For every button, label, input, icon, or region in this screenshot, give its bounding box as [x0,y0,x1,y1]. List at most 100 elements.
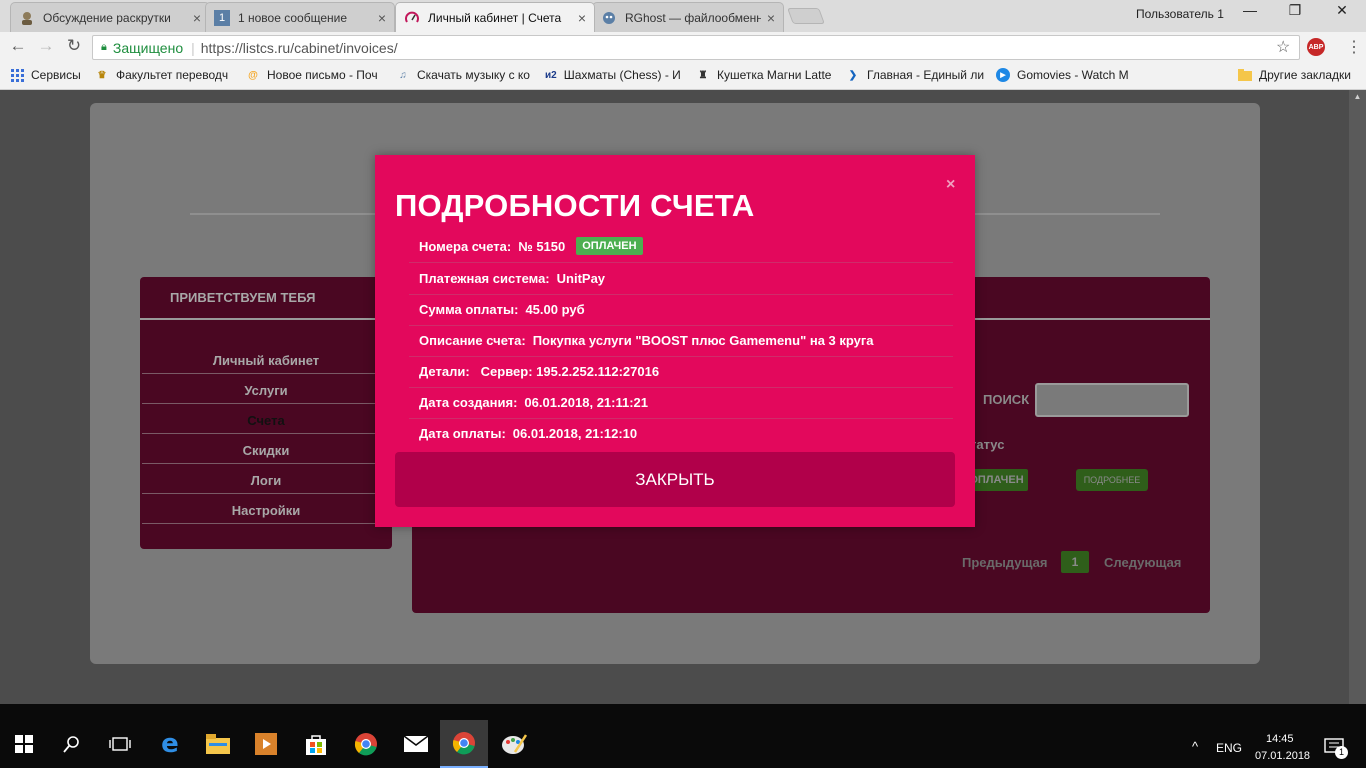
notifications-icon[interactable]: 1 [1324,738,1348,759]
close-button[interactable]: ЗАКРЫТЬ [395,452,955,507]
pagination-next[interactable]: Следующая [1104,555,1181,570]
window-close-icon[interactable]: ✕ [1322,2,1362,19]
paid-date-row: Дата оплаты: 06.01.2018, 21:12:10 [419,426,953,441]
tab-discussion[interactable]: Обсуждение раскрутки × [10,2,210,32]
created-date-row: Дата создания: 06.01.2018, 21:11:21 [419,395,953,410]
divider [409,262,953,263]
bookmark-gis[interactable]: ❯ Главная - Единый ли [846,68,984,82]
minimize-icon[interactable]: — [1230,2,1270,18]
restore-icon[interactable]: ❐ [1275,2,1315,19]
divider [409,387,953,388]
chrome-active-icon[interactable] [440,720,488,768]
invoice-number-row: Номера счета: № 5150 ОПЛАЧЕН [419,237,953,255]
message-icon: 1 [214,9,230,26]
lock-icon: 🔒︎ [101,41,107,53]
paid-date-value: 06.01.2018, 21:12:10 [512,426,638,441]
close-icon[interactable]: × [946,176,955,194]
gauge-icon [404,10,420,26]
bookmark-faculty[interactable]: ♛ Факультет переводч [95,68,229,82]
divider [409,418,953,419]
divider [142,403,390,404]
bookmark-music[interactable]: ♫ Скачать музыку с ко [396,68,530,82]
search-label: ПОИСК [983,392,1030,407]
reload-icon[interactable]: ↻ [64,36,84,56]
description-label: Описание счета: [419,333,526,348]
mail-app-icon[interactable] [392,720,440,768]
ghost-icon [601,10,617,26]
divider [142,433,390,434]
forward-arrow-icon[interactable]: → [36,36,56,56]
user-avatar-icon [19,10,35,26]
amount-label: Сумма оплаты: [419,302,519,317]
paint-icon[interactable] [490,720,538,768]
description-value: Покупка услуги "BOOST плюс Gamemenu" на … [532,333,874,348]
chevron-up-icon[interactable]: ^ [1192,739,1198,754]
search-icon[interactable] [48,720,96,768]
sidebar-item-discounts[interactable]: Скидки [142,443,390,458]
chrome-icon[interactable] [342,720,390,768]
apps-icon [10,68,24,82]
paid-date-label: Дата оплаты: [419,426,506,441]
details-value: Сервер: 195.2.252.112:27016 [480,364,660,379]
tab-rghost[interactable]: RGhost — файлообменн × [592,2,784,32]
sidebar-item-cabinet[interactable]: Личный кабинет [142,353,390,368]
amount-value: 45.00 руб [525,302,585,317]
edge-icon[interactable]: e [146,720,194,768]
other-bookmarks[interactable]: Другие закладки [1238,68,1351,82]
divider [142,463,390,464]
task-view-icon[interactable] [96,720,144,768]
close-icon[interactable]: × [767,10,775,26]
profile-name[interactable]: Пользователь 1 [1136,7,1224,21]
play-icon: ▶ [996,68,1010,82]
scrollbar[interactable]: ▲ [1349,90,1366,704]
amount-row: Сумма оплаты: 45.00 руб [419,302,953,317]
divider [142,373,390,374]
address-bar[interactable]: 🔒︎ Защищено | https://listcs.ru/cabinet/… [92,35,1300,60]
description-row: Описание счета: Покупка услуги "BOOST пл… [419,333,953,348]
details-button[interactable]: ПОДРОБНЕЕ [1076,469,1148,491]
language-indicator[interactable]: ENG [1216,741,1242,755]
pagination-prev[interactable]: Предыдущая [962,555,1047,570]
close-icon[interactable]: × [578,10,586,26]
back-arrow-icon[interactable]: ← [8,36,28,56]
divider [142,493,390,494]
store-icon[interactable] [292,720,340,768]
menu-icon[interactable]: ⋮ [1346,37,1362,57]
scroll-up-icon[interactable]: ▲ [1349,92,1366,101]
bookmark-gomovies[interactable]: ▶ Gomovies - Watch M [996,68,1129,82]
tab-invoices[interactable]: Личный кабинет | Счета × [395,2,595,32]
pagination-current[interactable]: 1 [1061,551,1089,573]
notification-count: 1 [1335,746,1348,759]
file-explorer-icon[interactable] [194,720,242,768]
bookmark-star-icon[interactable]: ☆ [1276,37,1290,57]
clock-date[interactable]: 07.01.2018 [1255,750,1310,762]
details-row: Детали: Сервер: 195.2.252.112:27016 [419,364,953,379]
chess-icon: и2 [545,69,557,81]
created-date-label: Дата создания: [419,395,518,410]
gis-icon: ❯ [848,69,858,81]
clock-time[interactable]: 14:45 [1266,733,1294,745]
bookmark-chess[interactable]: и2 Шахматы (Chess) - И [545,68,681,82]
divider [142,523,390,524]
secure-label: Защищено [112,39,184,56]
new-tab-button[interactable] [787,8,825,24]
sidebar-item-logs[interactable]: Логи [142,473,390,488]
tab-messages[interactable]: 1 1 новое сообщение × [205,2,395,32]
search-input[interactable] [1035,383,1189,417]
media-player-icon[interactable] [242,720,290,768]
close-icon[interactable]: × [193,10,201,26]
bookmark-couch[interactable]: ♜ Кушетка Магни Latte [696,68,832,82]
bookmark-apps[interactable]: Сервисы [10,68,81,82]
url-text[interactable]: https://listcs.ru/cabinet/invoices/ [201,40,398,56]
sidebar-item-settings[interactable]: Настройки [142,503,390,518]
invoice-number-value: № 5150 [518,238,566,254]
separator: | [191,39,195,56]
close-icon[interactable]: × [378,10,386,26]
sidebar-item-services[interactable]: Услуги [142,383,390,398]
windows-start-icon[interactable] [0,720,48,768]
adblock-icon[interactable]: ABP [1307,38,1325,56]
invoice-number-label: Номера счета: [419,238,512,254]
divider [409,356,953,357]
bookmark-mail[interactable]: @ Новое письмо - Поч [246,68,377,82]
sidebar-item-invoices[interactable]: Счета [142,413,390,428]
